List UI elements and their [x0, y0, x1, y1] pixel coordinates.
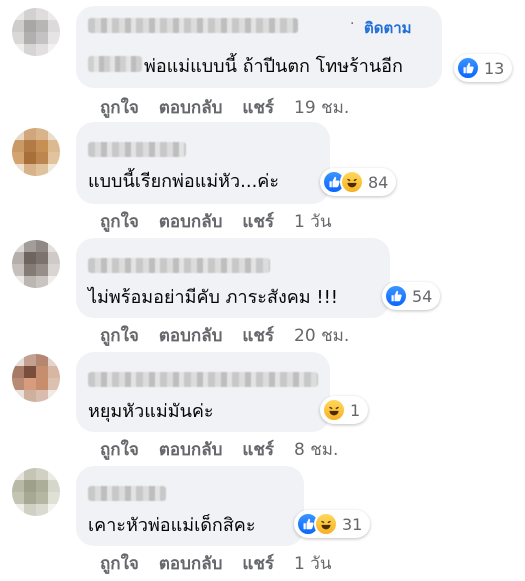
timestamp[interactable]: 20 ชม. — [294, 326, 349, 346]
comment-item: เคาะหัวพ่อแม่เด็กสิคะ 31 ถูกใจ ตอบกลับ แชร… — [0, 464, 525, 581]
comment-text: แบบนี้เรียกพ่อแม่หัว...ค่ะ — [88, 171, 280, 192]
like-icon — [456, 56, 480, 80]
commenter-name-blurred[interactable] — [88, 258, 270, 273]
like-button[interactable]: ถูกใจ — [100, 554, 139, 574]
like-button[interactable]: ถูกใจ — [100, 98, 139, 118]
timestamp[interactable]: 19 ชม. — [294, 98, 349, 118]
reaction-count: 1 — [350, 400, 361, 420]
comment-bubble: แบบนี้เรียกพ่อแม่หัว...ค่ะ — [76, 122, 330, 204]
reaction-count: 84 — [368, 172, 389, 192]
comment-actions: ถูกใจ ตอบกลับ แชร์ 8 ชม. — [100, 436, 358, 463]
reply-button[interactable]: ตอบกลับ — [159, 98, 223, 118]
reply-button[interactable]: ตอบกลับ — [159, 440, 223, 460]
like-icon — [384, 284, 408, 308]
timestamp[interactable]: 1 วัน — [294, 554, 331, 574]
share-button[interactable]: แชร์ — [242, 212, 274, 232]
like-button[interactable]: ถูกใจ — [100, 212, 139, 232]
reaction-summary[interactable]: 31 — [294, 510, 371, 538]
avatar[interactable] — [12, 8, 60, 56]
reaction-summary[interactable]: 1 — [320, 396, 369, 424]
avatar[interactable] — [12, 468, 60, 516]
comment-actions: ถูกใจ ตอบกลับ แชร์ 1 วัน — [100, 208, 351, 235]
comment-bubble: เคาะหัวพ่อแม่เด็กสิคะ — [76, 466, 304, 546]
reply-button[interactable]: ตอบกลับ — [159, 554, 223, 574]
comment-actions: ถูกใจ ตอบกลับ แชร์ 20 ชม. — [100, 322, 369, 349]
timestamp[interactable]: 8 ชม. — [294, 440, 338, 460]
share-button[interactable]: แชร์ — [242, 554, 274, 574]
comment-text: พ่อแม่แบบนี้ ถ้าปีนตก โทษร้านอีก — [144, 56, 403, 77]
reaction-count: 54 — [412, 286, 433, 306]
reaction-summary[interactable]: 54 — [382, 282, 441, 310]
comment-item: แบบนี้เรียกพ่อแม่หัว...ค่ะ 84 ถูกใจ ตอบกล… — [0, 120, 525, 236]
share-button[interactable]: แชร์ — [242, 98, 274, 118]
share-button[interactable]: แชร์ — [242, 326, 274, 346]
commenter-name-blurred[interactable] — [88, 486, 166, 501]
haha-icon — [314, 512, 338, 536]
comment-text: เคาะหัวพ่อแม่เด็กสิคะ — [88, 515, 256, 536]
reaction-count: 31 — [342, 514, 363, 534]
reply-button[interactable]: ตอบกลับ — [159, 326, 223, 346]
commenter-name-blurred[interactable] — [88, 372, 318, 387]
blurred-text — [88, 56, 142, 72]
share-button[interactable]: แชร์ — [242, 440, 274, 460]
avatar[interactable] — [12, 354, 60, 402]
like-button[interactable]: ถูกใจ — [100, 440, 139, 460]
comment-item: · ติดตาม พ่อแม่แบบนี้ ถ้าปีนตก โทษร้านอี… — [0, 0, 525, 120]
haha-icon — [322, 398, 346, 422]
comment-text: หยุมหัวแม่มันค่ะ — [88, 401, 214, 422]
follow-link[interactable]: ติดตาม — [364, 16, 412, 40]
comment-actions: ถูกใจ ตอบกลับ แชร์ 1 วัน — [100, 550, 351, 577]
avatar[interactable] — [12, 128, 60, 176]
comment-actions: ถูกใจ ตอบกลับ แชร์ 19 ชม. — [100, 94, 369, 121]
commenter-name-blurred[interactable] — [88, 142, 186, 157]
commenter-name-blurred[interactable] — [88, 18, 298, 33]
comment-bubble: หยุมหัวแม่มันค่ะ — [76, 352, 330, 432]
comment-bubble: ไม่พร้อมอย่ามีคับ ภาระสังคม !!! — [76, 238, 390, 318]
comment-item: ไม่พร้อมอย่ามีคับ ภาระสังคม !!! 54 ถูกใจ… — [0, 236, 525, 352]
timestamp[interactable]: 1 วัน — [294, 212, 331, 232]
reaction-summary[interactable]: 84 — [320, 168, 397, 196]
reaction-summary[interactable]: 13 — [454, 54, 513, 82]
comment-bubble: · ติดตาม พ่อแม่แบบนี้ ถ้าปีนตก โทษร้านอี… — [76, 6, 442, 88]
reply-button[interactable]: ตอบกลับ — [159, 212, 223, 232]
separator-dot: · — [350, 16, 355, 32]
comment-text: ไม่พร้อมอย่ามีคับ ภาระสังคม !!! — [88, 287, 339, 308]
avatar[interactable] — [12, 240, 60, 288]
haha-icon — [340, 170, 364, 194]
reaction-count: 13 — [484, 58, 505, 78]
comment-item: หยุมหัวแม่มันค่ะ 1 ถูกใจ ตอบกลับ แชร์ 8 ชม. — [0, 350, 525, 464]
like-button[interactable]: ถูกใจ — [100, 326, 139, 346]
